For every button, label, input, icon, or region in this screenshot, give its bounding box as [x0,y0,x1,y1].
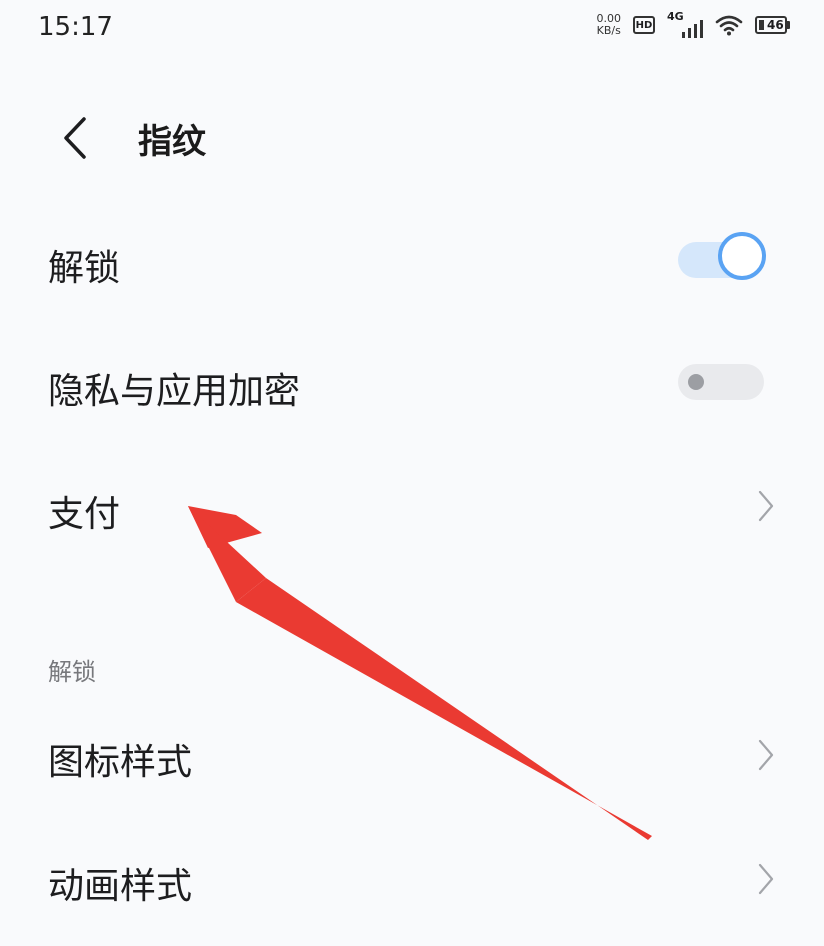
network-type: 4G [667,10,684,23]
icon-style-label: 图标样式 [48,742,193,783]
network-speed-unit: KB/s [596,24,621,37]
network-speed: 0.00 KB/s [597,13,622,37]
signal-icon: 4G [667,10,703,38]
toggle-knob [688,374,704,390]
privacy-toggle[interactable] [678,364,764,400]
section-header-unlock: 解锁 [48,658,96,686]
payment-setting-row[interactable]: 支付 [0,456,824,556]
privacy-label: 隐私与应用加密 [48,371,301,412]
list-item-animation-style[interactable]: 动画样式 [0,828,824,928]
chevron-left-icon [64,117,86,159]
battery-icon: 46 [755,16,790,34]
app-header: 指纹 [0,100,824,176]
hd-icon: HD [633,16,655,34]
toggle-knob [718,232,766,280]
hd-label: HD [635,19,653,31]
back-button[interactable] [50,110,100,166]
wifi-icon [715,15,743,36]
unlock-toggle[interactable] [678,232,766,280]
chevron-right-icon [758,490,774,522]
unlock-label: 解锁 [48,248,121,289]
status-icons: 0.00 KB/s HD 4G 46 [597,10,790,38]
battery-level: 46 [767,18,784,32]
privacy-setting-row[interactable]: 隐私与应用加密 [0,332,824,432]
page-title: 指纹 [138,122,206,162]
payment-label: 支付 [48,494,121,535]
status-bar: 15:17 0.00 KB/s HD 4G 46 [0,0,824,60]
status-time: 15:17 [38,12,113,42]
chevron-right-icon [758,863,774,895]
chevron-right-icon [758,739,774,771]
animation-style-label: 动画样式 [48,866,193,907]
unlock-setting-row[interactable]: 解锁 [0,210,824,310]
list-item-icon-style[interactable]: 图标样式 [0,704,824,804]
